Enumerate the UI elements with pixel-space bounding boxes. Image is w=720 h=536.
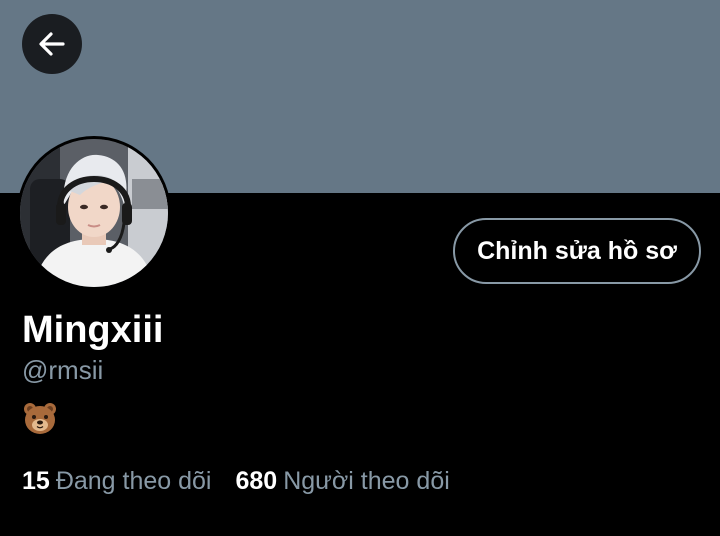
user-handle: @rmsii bbox=[22, 355, 104, 385]
arrow-left-icon bbox=[36, 28, 68, 60]
followers-label: Người theo dõi bbox=[283, 467, 450, 495]
follow-stats: 15 Đang theo dõi 680 Người theo dõi bbox=[22, 464, 450, 498]
profile-screen: Chỉnh sửa hồ sơ Mingxiii @rmsii 15 Đang … bbox=[0, 0, 720, 536]
edit-profile-button[interactable]: Chỉnh sửa hồ sơ bbox=[453, 218, 701, 284]
bio-emoji-bear-face-icon bbox=[22, 400, 62, 440]
following-stat[interactable]: 15 Đang theo dõi bbox=[22, 464, 212, 498]
following-count: 15 bbox=[22, 467, 50, 495]
followers-stat[interactable]: 680 Người theo dõi bbox=[236, 464, 450, 498]
display-name: Mingxiii bbox=[22, 309, 164, 351]
avatar[interactable] bbox=[17, 136, 171, 290]
back-button[interactable] bbox=[22, 14, 82, 74]
followers-count: 680 bbox=[235, 467, 278, 495]
avatar-image bbox=[20, 139, 168, 287]
following-label: Đang theo dõi bbox=[55, 467, 212, 495]
